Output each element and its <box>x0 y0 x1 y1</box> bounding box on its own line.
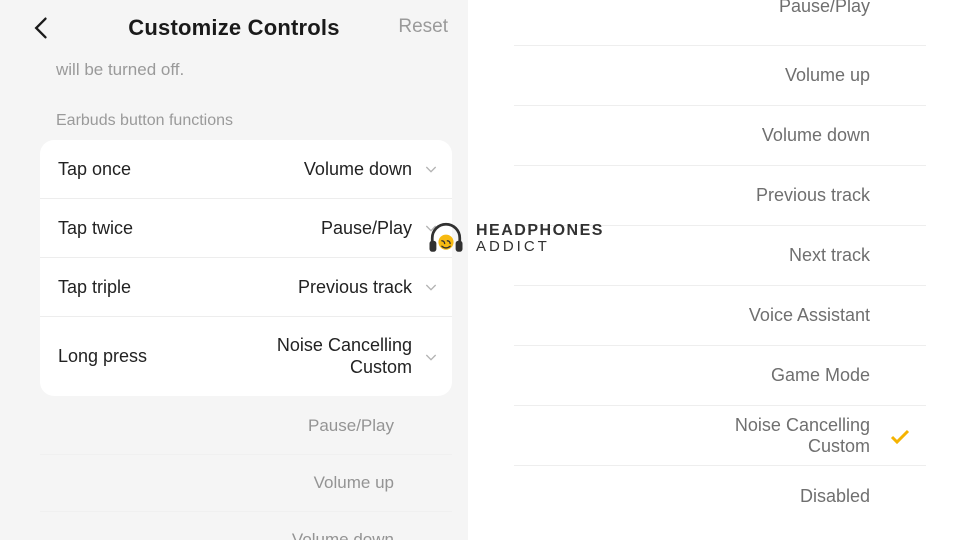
option-volume-down[interactable]: Volume down <box>514 106 926 166</box>
preview-option[interactable]: Volume down <box>40 512 452 540</box>
back-button[interactable] <box>28 14 56 42</box>
control-value: Noise CancellingCustom <box>147 335 420 378</box>
control-row-tap-triple[interactable]: Tap triple Previous track <box>40 258 452 317</box>
control-label: Tap once <box>58 159 131 180</box>
control-row-tap-once[interactable]: Tap once Volume down <box>40 140 452 199</box>
section-label: Earbuds button functions <box>0 84 468 140</box>
header: Customize Controls Reset <box>0 0 468 56</box>
option-volume-up[interactable]: Volume up <box>514 46 926 106</box>
chevron-down-icon <box>420 346 442 368</box>
control-value: Previous track <box>131 277 420 298</box>
option-previous-track[interactable]: Previous track <box>514 166 926 226</box>
option-voice-assistant[interactable]: Voice Assistant <box>514 286 926 346</box>
chevron-down-icon <box>420 158 442 180</box>
option-pause-play[interactable]: Pause/Play <box>514 0 926 46</box>
control-label: Long press <box>58 346 147 367</box>
check-icon <box>888 424 912 448</box>
option-noise-cancelling-custom[interactable]: Noise CancellingCustom <box>514 406 926 466</box>
control-value: Volume down <box>131 159 420 180</box>
controls-card: Tap once Volume down Tap twice Pause/Pla… <box>40 140 452 396</box>
reset-button[interactable]: Reset <box>398 16 448 38</box>
left-option-preview: Pause/Play Volume up Volume down <box>0 398 468 540</box>
control-value: Pause/Play <box>133 218 420 239</box>
preview-option[interactable]: Volume up <box>40 455 452 512</box>
control-row-tap-twice[interactable]: Tap twice Pause/Play <box>40 199 452 258</box>
option-disabled[interactable]: Disabled <box>514 466 926 526</box>
chevron-down-icon <box>420 217 442 239</box>
option-game-mode[interactable]: Game Mode <box>514 346 926 406</box>
control-label: Tap twice <box>58 218 133 239</box>
control-label: Tap triple <box>58 277 131 298</box>
preview-option[interactable]: Pause/Play <box>40 398 452 455</box>
chevron-down-icon <box>420 276 442 298</box>
option-list: Pause/Play Volume up Volume down Previou… <box>484 0 956 526</box>
option-next-track[interactable]: Next track <box>514 226 926 286</box>
control-row-long-press[interactable]: Long press Noise CancellingCustom <box>40 317 452 396</box>
settings-panel: Customize Controls Reset will be turned … <box>0 0 468 540</box>
description-snippet: will be turned off. <box>0 56 468 84</box>
option-picker-panel: Pause/Play Volume up Volume down Previou… <box>484 0 956 540</box>
